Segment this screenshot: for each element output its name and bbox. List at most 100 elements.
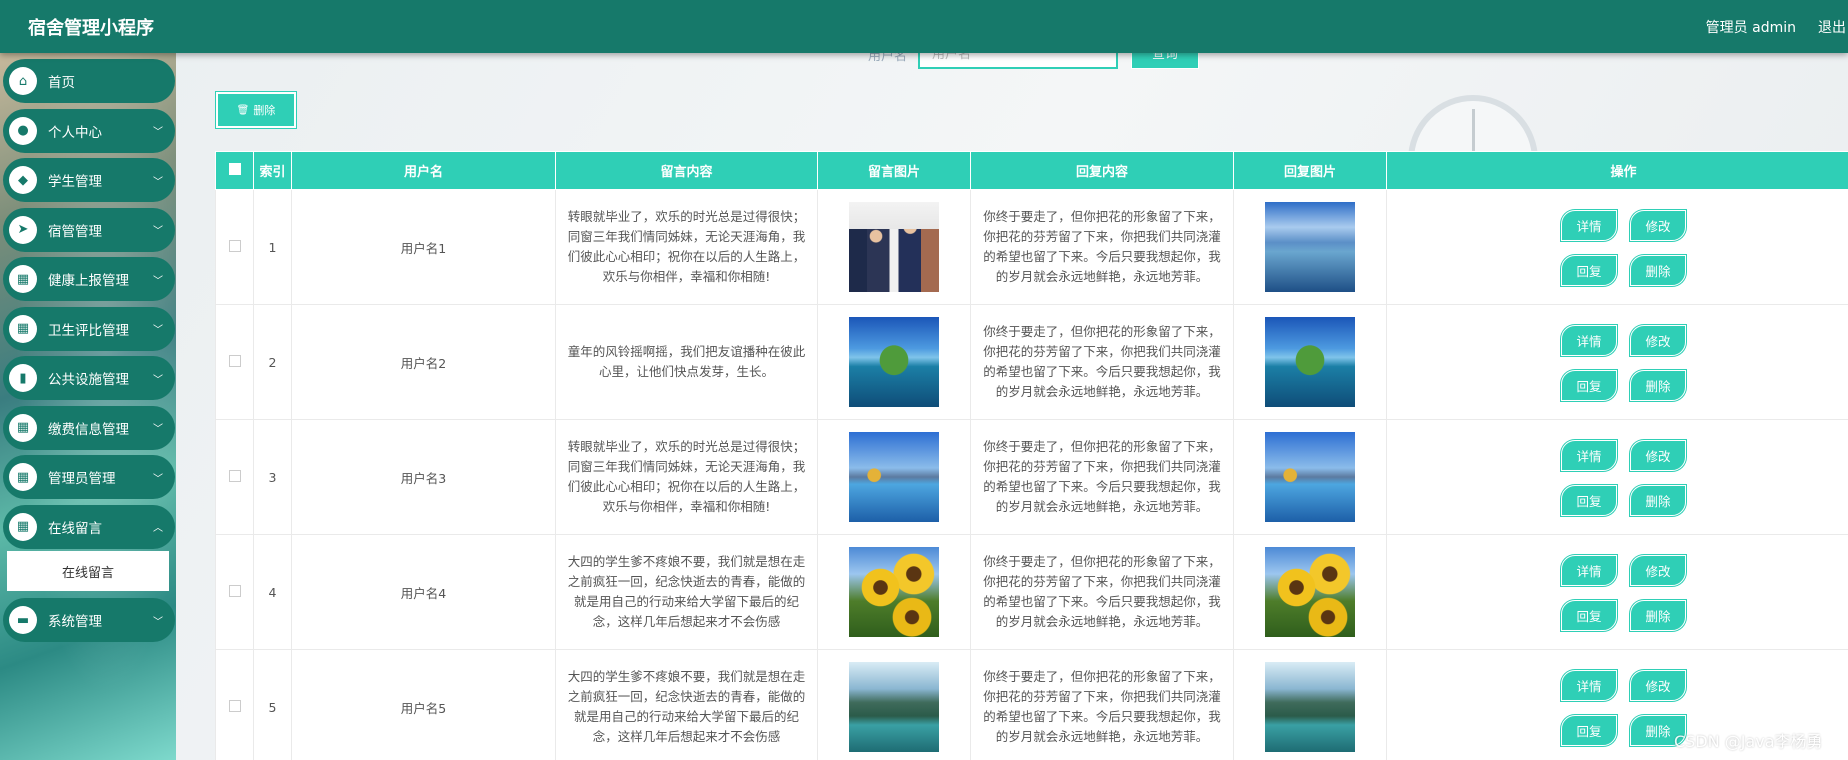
message-image xyxy=(849,202,939,292)
table-row: 4 用户名4 大四的学生爹不疼娘不要，我们就是想在走之前疯狂一回，纪念快逝去的青春，… xyxy=(215,534,1848,650)
sidebar-item-label: 在线留言 xyxy=(48,520,102,537)
search-button[interactable]: 查询 xyxy=(1131,53,1199,69)
chevron-down-icon[interactable]: ﹀ xyxy=(153,420,163,435)
sidebar-item-label: 卫生评比管理 xyxy=(48,322,129,339)
detail-button[interactable]: 详情 xyxy=(1561,210,1617,241)
chevron-down-icon[interactable]: ﹀ xyxy=(153,222,163,237)
sidebar-item[interactable]: ▦ 缴费信息管理 ﹀ xyxy=(3,405,175,450)
grid-icon: ▦ xyxy=(9,314,37,343)
message-table: 索引 用户名 留言内容 留言图片 回复内容 回复图片 操作 1 用户名1 转眼就毕业… xyxy=(215,151,1848,760)
table-row: 1 用户名1 转眼就毕业了，欢乐的时光总是过得很快；同窗三年我们情同姊妹，无论天涯海… xyxy=(215,189,1848,305)
chevron-down-icon[interactable]: ﹀ xyxy=(153,123,163,138)
edit-button[interactable]: 修改 xyxy=(1630,210,1686,241)
search-label: 用户名 xyxy=(868,53,908,64)
header-image: 留言图片 xyxy=(817,151,971,190)
chevron-down-icon[interactable]: ﹀ xyxy=(153,321,163,336)
sidebar-item-label: 缴费信息管理 xyxy=(48,421,129,438)
row-username: 用户名3 xyxy=(291,419,556,535)
row-content: 大四的学生爹不疼娘不要，我们就是想在走之前疯狂一回，纪念快逝去的青春，能做的就是… xyxy=(555,534,818,650)
sidebar-item[interactable]: ▦ 卫生评比管理 ﹀ xyxy=(3,306,175,351)
chevron-down-icon[interactable]: ﹀ xyxy=(153,272,163,287)
detail-button[interactable]: 详情 xyxy=(1561,670,1617,701)
header-reply: 回复内容 xyxy=(970,151,1234,190)
row-actions: 详情 修改 回复 删除 xyxy=(1386,304,1848,420)
sidebar-item[interactable]: ▦ 在线留言 ︿ xyxy=(3,504,175,549)
row-reply-image-cell xyxy=(1233,649,1387,760)
grid-icon: ▦ xyxy=(9,463,37,491)
row-checkbox[interactable] xyxy=(228,239,241,252)
row-content: 转眼就毕业了，欢乐的时光总是过得很快；同窗三年我们情同姊妹，无论天涯海角，我们彼… xyxy=(555,419,818,535)
reply-button[interactable]: 回复 xyxy=(1561,255,1617,286)
top-header: 宿舍管理小程序 管理员 admin 退出 xyxy=(0,0,1848,53)
edit-button[interactable]: 修改 xyxy=(1630,555,1686,586)
row-select[interactable] xyxy=(215,419,254,535)
reply-button[interactable]: 回复 xyxy=(1561,715,1617,746)
grid-icon: ▦ xyxy=(9,512,37,541)
detail-button[interactable]: 详情 xyxy=(1561,325,1617,356)
table-row: 5 用户名5 大四的学生爹不疼娘不要，我们就是想在走之前疯狂一回，纪念快逝去的青春，… xyxy=(215,649,1848,760)
row-index: 1 xyxy=(253,189,292,305)
chevron-down-icon[interactable]: ﹀ xyxy=(153,470,163,485)
user-icon: ● xyxy=(9,116,37,145)
select-all-checkbox[interactable] xyxy=(228,162,241,175)
delete-button[interactable]: 删除 xyxy=(1630,485,1686,516)
row-select[interactable] xyxy=(215,189,254,305)
sidebar-item[interactable]: ● 个人中心 ﹀ xyxy=(3,108,175,153)
sidebar-item[interactable]: ▦ 管理员管理 ﹀ xyxy=(3,455,175,499)
sidebar-item-label: 管理员管理 xyxy=(48,471,116,487)
chevron-down-icon[interactable]: ﹀ xyxy=(153,613,163,628)
table-row: 2 用户名2 童年的风铃摇啊摇，我们把友谊播种在彼此心里，让他们快点发芽，生长。 你终… xyxy=(215,304,1848,420)
batch-delete-label: 删除 xyxy=(253,104,276,117)
sidebar-item[interactable]: ⌂ 首页 xyxy=(3,59,175,103)
chevron-down-icon[interactable]: ﹀ xyxy=(153,371,163,386)
reply-button[interactable]: 回复 xyxy=(1561,485,1617,516)
row-reply: 你终于要走了，但你把花的形象留了下来，你把花的芬芳留了下来，你把我们共同浇灌的希… xyxy=(970,649,1234,760)
row-checkbox[interactable] xyxy=(228,354,241,367)
batch-delete-button[interactable]: 🗑 删除 xyxy=(216,92,296,128)
detail-button[interactable]: 详情 xyxy=(1561,440,1617,471)
row-select[interactable] xyxy=(215,649,254,760)
sidebar-item[interactable]: ▦ 健康上报管理 ﹀ xyxy=(3,257,175,301)
chevron-down-icon[interactable]: ﹀ xyxy=(153,173,163,188)
message-image xyxy=(849,662,939,752)
delete-button[interactable]: 删除 xyxy=(1630,600,1686,631)
reply-button[interactable]: 回复 xyxy=(1561,370,1617,401)
row-index: 3 xyxy=(253,419,292,535)
sidebar-item[interactable]: ◆ 学生管理 ﹀ xyxy=(3,158,175,202)
edit-button[interactable]: 修改 xyxy=(1630,670,1686,701)
row-checkbox[interactable] xyxy=(228,584,241,597)
row-username: 用户名5 xyxy=(291,649,556,760)
search-input[interactable]: 用户名 xyxy=(918,53,1118,69)
logout-link[interactable]: 退出 xyxy=(1818,17,1846,37)
row-username: 用户名4 xyxy=(291,534,556,650)
reply-image xyxy=(1265,202,1355,292)
row-checkbox[interactable] xyxy=(228,699,241,712)
sidebar-item[interactable]: ▬ 系统管理 ﹀ xyxy=(3,598,175,642)
delete-button[interactable]: 删除 xyxy=(1630,255,1686,286)
sidebar-item[interactable]: ➤ 宿管管理 ﹀ xyxy=(3,207,175,252)
send-icon: ➤ xyxy=(9,215,37,244)
edit-button[interactable]: 修改 xyxy=(1630,325,1686,356)
delete-button[interactable]: 删除 xyxy=(1630,370,1686,401)
row-reply: 你终于要走了，但你把花的形象留了下来，你把花的芬芳留了下来，你把我们共同浇灌的希… xyxy=(970,189,1234,305)
message-image xyxy=(849,547,939,637)
reply-image xyxy=(1265,432,1355,522)
row-reply: 你终于要走了，但你把花的形象留了下来，你把花的芬芳留了下来，你把我们共同浇灌的希… xyxy=(970,304,1234,420)
submenu-item[interactable]: 在线留言 xyxy=(7,551,169,591)
detail-button[interactable]: 详情 xyxy=(1561,555,1617,586)
header-username: 用户名 xyxy=(291,151,556,190)
row-checkbox[interactable] xyxy=(228,469,241,482)
sidebar-item[interactable]: ▮ 公共设施管理 ﹀ xyxy=(3,356,175,400)
reply-button[interactable]: 回复 xyxy=(1561,600,1617,631)
row-content: 大四的学生爹不疼娘不要，我们就是想在走之前疯狂一回，纪念快逝去的青春，能做的就是… xyxy=(555,649,818,760)
chevron-up-icon[interactable]: ︿ xyxy=(153,519,163,534)
reply-image xyxy=(1265,662,1355,752)
edit-button[interactable]: 修改 xyxy=(1630,440,1686,471)
header-select-all[interactable] xyxy=(215,151,254,190)
grid-icon: ▦ xyxy=(9,265,37,293)
row-reply-image-cell xyxy=(1233,419,1387,535)
row-select[interactable] xyxy=(215,304,254,420)
sidebar-item-label: 首页 xyxy=(48,75,75,91)
row-select[interactable] xyxy=(215,534,254,650)
home-icon: ⌂ xyxy=(9,67,37,95)
